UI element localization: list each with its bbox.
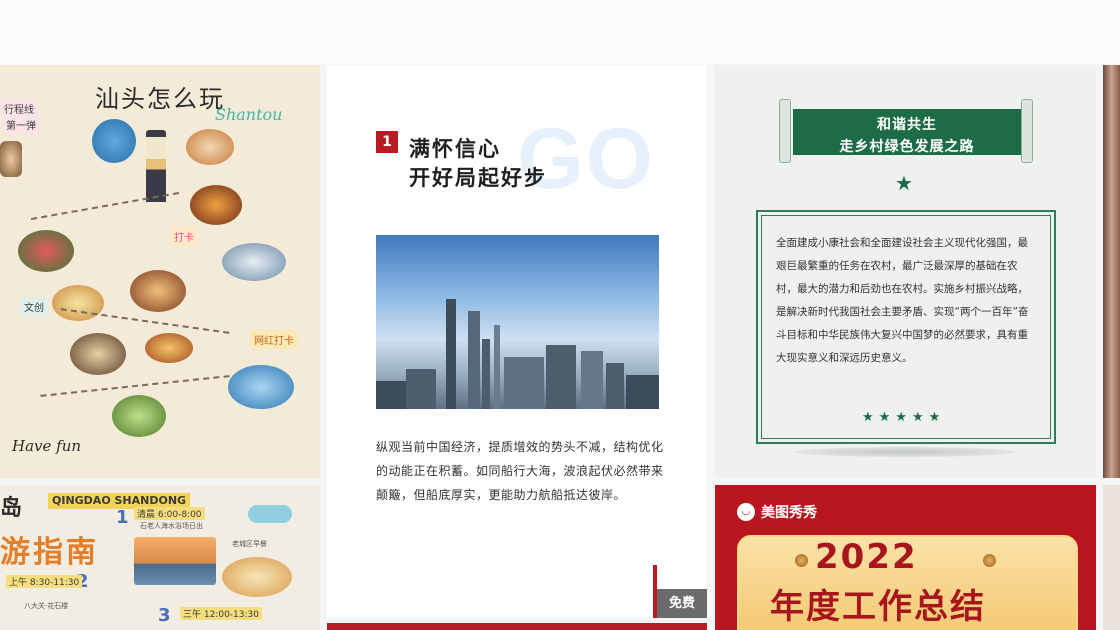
time-label: 上午 8:30-11:30 [6, 575, 83, 588]
body-paragraph: 纵观当前中国经济，提质增效的势头不减，结构优化的动能正在积蓄。如同船行大海，波浪… [376, 440, 664, 502]
card-title-prefix: 岛 [0, 496, 26, 521]
photo-circle [70, 333, 126, 375]
frame-body-text: 全面建成小康社会和全面建设社会主义现代化强国，最艰巨最繁重的任务在农村，最广泛最… [776, 237, 1029, 364]
city-skyline-photo [376, 235, 659, 409]
building [581, 351, 603, 409]
photo-circle [0, 141, 22, 177]
meitu-logo-icon: ◡ [737, 503, 755, 521]
note-text: 老城区早餐 [232, 540, 267, 548]
photo-circle [130, 270, 186, 312]
building [626, 375, 659, 409]
title-banner: 和谐共生 走乡村绿色发展之路 [793, 109, 1021, 155]
brand-name: 美图秀秀 [761, 505, 817, 521]
building [546, 345, 576, 409]
building [376, 381, 406, 409]
step-number: 1 [116, 507, 129, 528]
free-badge: 免费 [657, 589, 707, 618]
text-frame: 全面建成小康社会和全面建设社会主义现代化强国，最艰巨最繁重的任务在农村，最广泛最… [756, 210, 1056, 444]
scroll-rod-right [1021, 99, 1033, 163]
section-number: 1 [376, 131, 398, 153]
template-card-partial[interactable] [1103, 65, 1120, 478]
photo-circle [186, 129, 234, 165]
sunrise-photo [134, 537, 216, 585]
note-text: 石老人海水浴场日出 [140, 522, 203, 530]
building [482, 339, 490, 409]
tag: 第一弹 [2, 115, 40, 134]
photo-circle [228, 365, 294, 409]
building [406, 369, 436, 409]
template-card-annual-summary[interactable]: ◡ 美图秀秀 2022 年度工作总结 [715, 485, 1096, 630]
food-photo [222, 557, 292, 597]
card-title: 游指南 [0, 535, 99, 570]
building [606, 363, 624, 409]
tag: 网红打卡 [250, 330, 298, 349]
time-label: 清晨 6:00-8:00 [134, 507, 205, 520]
building [468, 311, 480, 409]
banner-line-1: 和谐共生 [877, 117, 937, 133]
photo-circle [112, 395, 166, 437]
background-word: GO [517, 111, 655, 207]
scroll-rod-left [779, 99, 791, 163]
note-text: 八大关·花石楼 [24, 602, 69, 610]
summary-title: 年度工作总结 [770, 587, 986, 627]
card-subtitle: Shantou [215, 105, 283, 124]
template-card-partial[interactable] [1103, 485, 1120, 630]
building [494, 325, 500, 409]
building [446, 299, 456, 409]
fish-illustration [248, 505, 292, 523]
star-icon: ★ [895, 171, 913, 195]
tag: 文创 [20, 297, 48, 316]
template-card-confidence[interactable]: GO 1 满怀信心 开好局起好步 纵观当前中国经济，提质增效的势头不减，结构优化… [327, 65, 707, 618]
heading-line-2: 开好局起好步 [409, 166, 547, 190]
photo-circle [145, 333, 193, 363]
route-line [30, 191, 180, 221]
year-text: 2022 [815, 537, 918, 577]
heading-line-1: 满怀信心 [409, 137, 501, 161]
route-line [60, 308, 230, 334]
rating-stars: ★★★★★ [862, 410, 946, 425]
card-footer-text: Have fun [12, 437, 82, 455]
step-number: 3 [158, 605, 171, 626]
photo-circle [92, 119, 136, 163]
photo-circle [18, 230, 74, 272]
photo-circle [222, 243, 286, 281]
ornament-ball-icon [983, 554, 996, 567]
ornament-ball-icon [795, 554, 808, 567]
photo-circle [190, 185, 242, 225]
top-bar [0, 0, 1120, 64]
next-card-edge[interactable] [327, 623, 707, 630]
tag: 打卡 [170, 227, 198, 246]
template-card-rural-revitalization[interactable]: 和谐共生 走乡村绿色发展之路 ★ 全面建成小康社会和全面建设社会主义现代化强国，… [715, 65, 1096, 478]
card-title: 汕头怎么玩 [95, 85, 225, 113]
lighthouse-illustration [146, 130, 166, 202]
frame-shadow [795, 447, 1015, 457]
route-line [40, 375, 230, 397]
time-label: 三午 12:00-13:30 [180, 607, 262, 620]
photo-circle [52, 285, 104, 321]
building [504, 357, 544, 409]
template-card-qingdao[interactable]: 岛 QINGDAO SHANDONG 游指南 1 2 3 清晨 6:00-8:0… [0, 485, 320, 630]
template-card-shantou[interactable]: 汕头怎么玩 Shantou 行程线 第一弹 打卡 文创 网红打卡 Have fu… [0, 65, 320, 478]
banner-line-2: 走乡村绿色发展之路 [839, 139, 975, 155]
